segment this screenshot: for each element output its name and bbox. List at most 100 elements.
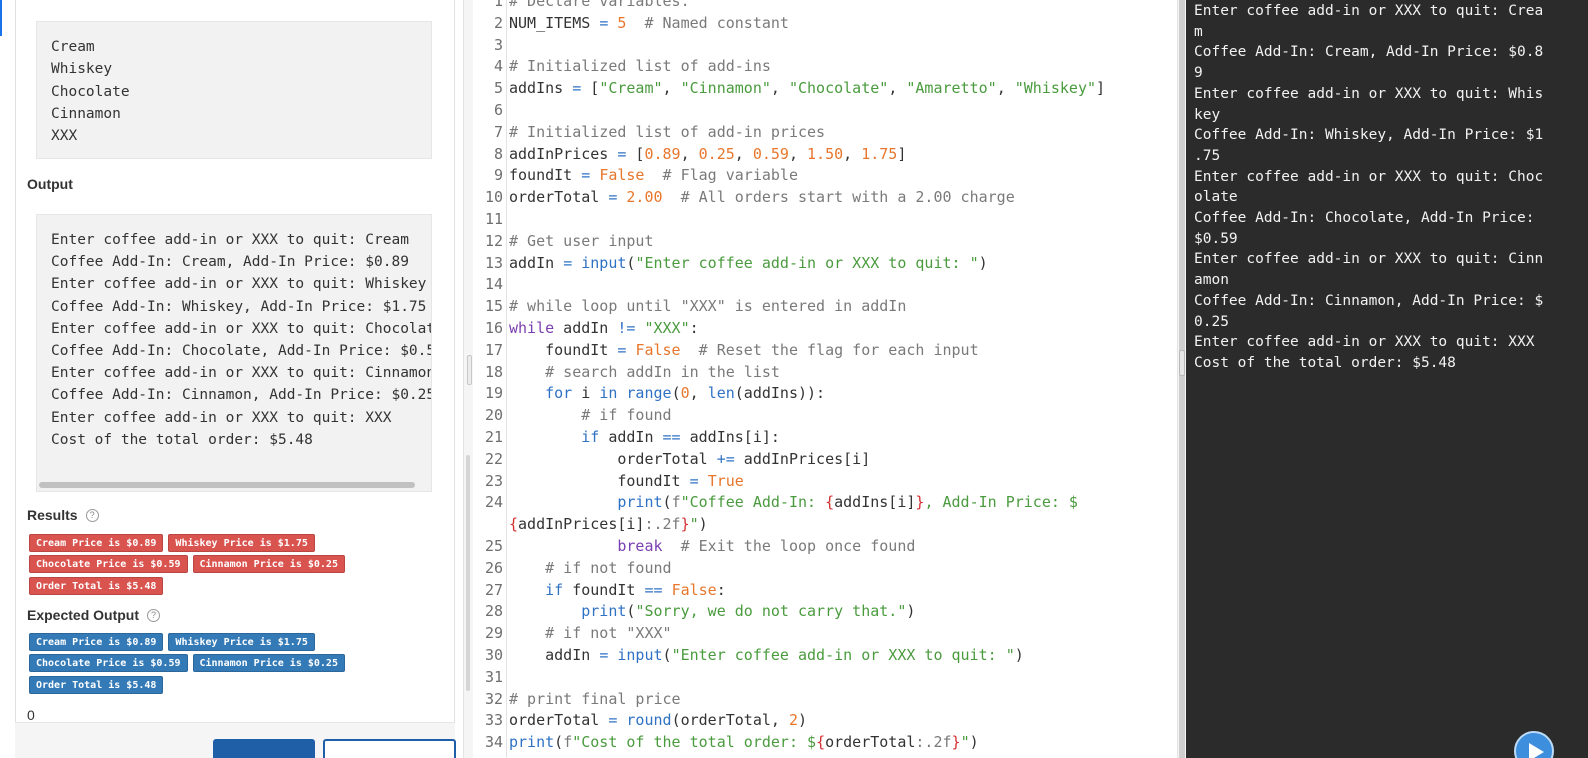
code-editor[interactable]: 1 # Declare variables. 2 NUM_ITEMS = 5 # Na… [473,0,1177,758]
code-token: # Declare variables. [509,0,690,10]
code-token: ) [969,733,979,752]
line-number: 18 [484,362,503,381]
output-scrollbar-thumb[interactable] [39,482,415,488]
code-token: round [626,711,672,730]
code-text: for i in range(0, len(addIns)): [509,383,825,405]
line-number: 16 [484,319,503,337]
test-result-badge: Chocolate Price is $0.59 [29,654,188,673]
line-number: 24 [484,493,503,512]
output-line: Enter coffee add-in or XXX to quit: XXX [51,409,392,426]
test-result-badge: Chocolate Price is $0.59 [29,555,188,574]
code-text: # Initialized list of add-in prices [509,122,825,144]
line-number: 4 [493,57,503,76]
panel-resize-handle[interactable] [1179,350,1185,376]
code-token: ) [1014,646,1024,664]
code-token: # print final price [509,689,681,708]
code-token: in [599,384,618,403]
code-token: # Initialized list of add-in prices [509,122,826,141]
left-panel-scrollbar[interactable] [463,0,473,758]
secondary-action-button[interactable] [323,739,456,758]
badge-row: Order Total is $5.48 [29,675,164,694]
code-token: 1.50 [807,144,844,163]
test-result-badge: Cream Price is $0.89 [29,633,164,651]
help-circle-icon[interactable]: ? [147,608,161,622]
code-token: addIn [509,253,564,272]
terminal-line: m [1194,23,1203,40]
line-number: 22 [484,449,503,468]
code-token: } [680,515,690,534]
output-horizontal-scrollbar[interactable] [37,482,431,488]
code-token: ) [798,711,808,730]
help-circle-icon[interactable]: ? [85,508,99,522]
code-token: addInPrices [509,144,618,163]
line-number: 14 [484,275,503,294]
terminal-line: 9 [1194,65,1203,82]
code-token: (orderTotal, [671,711,789,730]
code-token: orderTotal [509,711,609,730]
editor-scrollbar-thumb[interactable] [1179,0,1185,758]
code-token: foundIt [509,166,582,185]
gutter-border [506,0,507,758]
code-token: NUM_ITEMS [509,13,600,32]
output-lines: Enter coffee add-in or XXX to quit: Crea… [51,229,431,451]
play-icon [1529,743,1544,758]
code-token: # Get user input [509,231,654,250]
code-token: 0.89 [644,144,681,163]
line-number: 7 [493,122,503,141]
line-number: 12 [484,231,503,250]
code-token: ( [662,646,672,664]
code-token: "Amaretto" [906,79,997,98]
code-text: break # Exit the loop once found [509,536,915,558]
editor-scrollbar[interactable] [1177,0,1186,758]
code-token: orderTotal [509,449,717,468]
line-number: 23 [484,471,503,490]
code-token: "Whiskey" [1014,79,1097,98]
code-token: break [617,537,663,555]
terminal-line: Cost of the total order: $5.48 [1194,354,1456,371]
code-token: i [572,384,600,403]
code-text: # Get user input [509,231,654,253]
code-token: = [563,253,573,272]
code-token: (addIns)): [734,384,826,403]
code-token: addIn [509,646,600,664]
code-token: : [716,580,726,599]
badge-row: Cream Price is $0.89 Whiskey Price is $1.… [29,633,315,651]
left-scrollbar-thumb[interactable] [466,455,470,691]
code-token: "XXX" [644,319,690,337]
code-text: while addIn != "XXX": [509,318,699,340]
code-token: # Named constant [644,13,789,32]
code-token: += [716,449,735,468]
code-token: "Enter coffee add-in or XXX to quit: " [671,646,1015,664]
test-result-badge: Cinnamon Price is $0.25 [192,654,345,673]
line-number: 26 [484,558,503,577]
terminal-line: Coffee Add-In: Chocolate, Add-In Price: [1194,210,1544,227]
code-token: :.2f [644,515,681,534]
code-token: 2.00 [626,188,663,207]
output-line: Coffee Add-In: Whiskey, Add-In Price: $1… [51,298,427,315]
code-token: # Initialized list of add-ins [509,57,771,76]
code-token: f [563,733,573,752]
code-token: ] [1096,79,1106,98]
test-result-badge: Cream Price is $0.89 [29,534,164,552]
code-text: foundIt = False # Reset the flag for eac… [509,340,979,362]
test-result-badge: Cinnamon Price is $0.25 [192,555,345,574]
line-number: 8 [493,144,503,163]
code-text: NUM_ITEMS = 5 # Named constant [509,13,789,35]
line-number: 30 [484,646,503,664]
code-token: while [509,319,555,337]
code-token: addIn [599,428,663,446]
primary-action-button[interactable] [213,739,315,758]
code-text: foundIt = True [509,471,743,493]
code-token: :.2f [915,733,952,752]
code-token: "Coffee Add-In: [680,493,826,512]
line-number: 29 [484,624,503,643]
code-token: # Flag variable [662,166,798,185]
code-text: print("Sorry, we do not carry that.") [509,601,915,623]
terminal-line: 0.25 [1194,313,1229,330]
panel-resize-handle[interactable] [467,355,472,385]
